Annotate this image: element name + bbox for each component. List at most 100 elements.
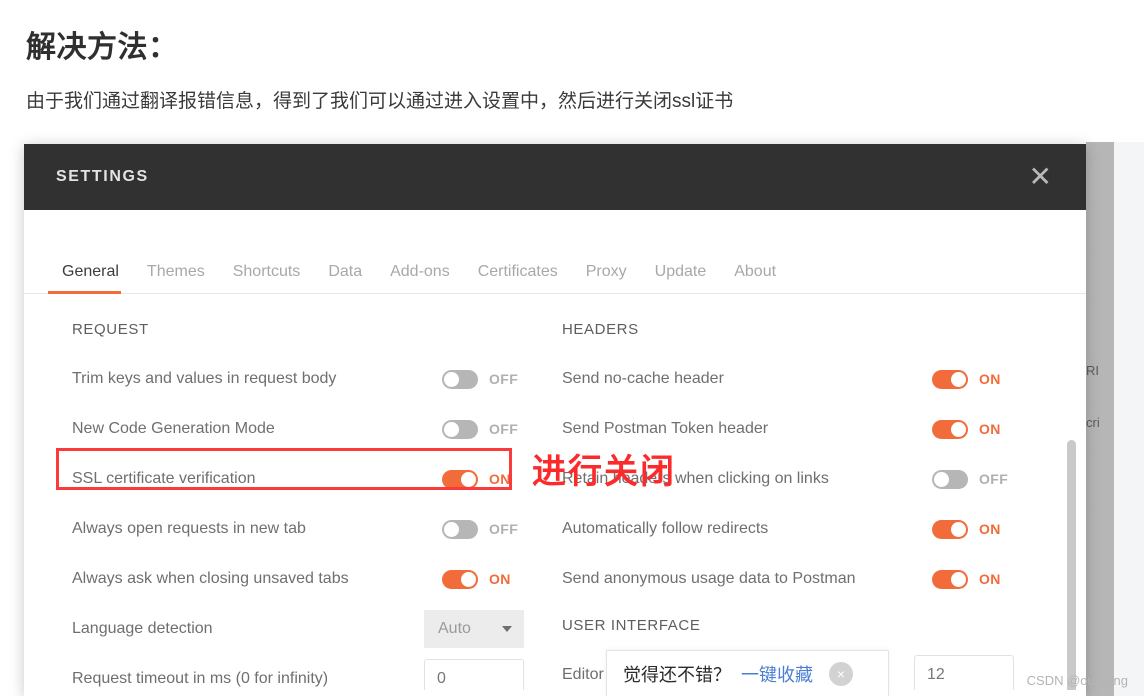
settings-tabs: General Themes Shortcuts Data Add-ons Ce… — [24, 238, 1086, 294]
tab-themes[interactable]: Themes — [133, 263, 219, 293]
tab-update[interactable]: Update — [641, 263, 721, 293]
toggle-state-label: ON — [979, 371, 1001, 387]
toggle-control[interactable]: ON — [442, 569, 524, 589]
settings-column-headers: HEADERS Send no-cache header ON Send Pos… — [562, 320, 1014, 690]
toggle-state-label: ON — [979, 521, 1001, 537]
toggle-knob — [444, 421, 459, 437]
select-value: Auto — [438, 620, 471, 637]
toggle-knob — [444, 371, 459, 387]
chevron-down-icon — [502, 626, 512, 632]
setting-label: Send Postman Token header — [562, 420, 769, 437]
setting-label: Retain headers when clicking on links — [562, 470, 829, 487]
tab-proxy[interactable]: Proxy — [572, 263, 641, 293]
page-root: 解决方法： 由于我们通过翻译报错信息，得到了我们可以通过进入设置中，然后进行关闭… — [0, 0, 1144, 696]
background-rule — [1086, 248, 1114, 249]
page-title: 解决方法： — [26, 31, 179, 64]
close-icon[interactable]: ✕ — [1023, 161, 1058, 193]
background-page-edge — [1114, 142, 1144, 696]
toggle-knob — [951, 371, 966, 387]
toggle-switch-always-open-requests-new-tab[interactable] — [442, 519, 478, 539]
toggle-control[interactable]: OFF — [442, 519, 524, 539]
tab-shortcuts[interactable]: Shortcuts — [219, 263, 315, 293]
background-partial-text-2: cri — [1086, 415, 1100, 430]
setting-label: Language detection — [72, 620, 213, 637]
toast-message: 觉得还不错？ — [623, 664, 731, 685]
setting-label: Send anonymous usage data to Postman — [562, 570, 856, 587]
section-title-headers: HEADERS — [562, 321, 639, 338]
language-detection-select[interactable]: Auto — [424, 610, 524, 648]
request-timeout-input[interactable]: 0 — [424, 659, 524, 690]
favorite-toast: 觉得还不错？ 一键收藏 × — [606, 650, 889, 696]
tab-about[interactable]: About — [720, 263, 790, 293]
toggle-control[interactable]: ON — [932, 519, 1014, 539]
settings-body: REQUEST Trim keys and values in request … — [24, 294, 1086, 690]
tab-certificates[interactable]: Certificates — [464, 263, 572, 293]
scrollbar-thumb[interactable] — [1067, 440, 1076, 690]
toggle-switch-trim-keys[interactable] — [442, 369, 478, 389]
toggle-state-label: OFF — [489, 521, 519, 537]
setting-label: SSL certificate verification — [72, 470, 256, 487]
toggle-state-label: OFF — [489, 421, 519, 437]
section-title-request: REQUEST — [72, 321, 149, 338]
setting-label: Trim keys and values in request body — [72, 370, 337, 387]
toggle-switch-send-no-cache-header[interactable] — [932, 369, 968, 389]
toggle-switch-ssl-certificate-verification[interactable] — [442, 469, 478, 489]
toggle-control[interactable]: ON — [932, 569, 1014, 589]
toggle-knob — [951, 521, 966, 537]
toggle-state-label: ON — [979, 571, 1001, 587]
setting-row-always-open-requests-new-tab: Always open requests in new tab OFF — [72, 504, 524, 554]
toggle-state-label: OFF — [979, 471, 1009, 487]
setting-row-new-code-generation-mode: New Code Generation Mode OFF — [72, 404, 524, 454]
setting-label: Request timeout in ms (0 for infinity) — [72, 670, 329, 687]
toggle-switch-send-postman-token-header[interactable] — [932, 419, 968, 439]
modal-header: SETTINGS ✕ — [24, 144, 1086, 210]
editor-font-size-input[interactable]: 12 — [914, 655, 1014, 690]
modal-title: SETTINGS — [56, 168, 149, 185]
toggle-control[interactable]: ON — [442, 469, 524, 489]
background-rule — [1086, 300, 1114, 301]
toggle-knob — [934, 471, 949, 487]
setting-row-ssl-certificate-verification: SSL certificate verification ON — [72, 454, 524, 504]
toggle-knob — [461, 571, 476, 587]
toggle-switch-retain-headers[interactable] — [932, 469, 968, 489]
tab-general[interactable]: General — [48, 263, 133, 294]
toggle-switch-automatically-follow-redirects[interactable] — [932, 519, 968, 539]
setting-label: Always open requests in new tab — [72, 520, 306, 537]
setting-row-retain-headers: Retain headers when clicking on links OF… — [562, 454, 1014, 504]
toggle-switch-send-anonymous-usage-data[interactable] — [932, 569, 968, 589]
background-rule — [1086, 400, 1114, 401]
settings-column-request: REQUEST Trim keys and values in request … — [72, 320, 524, 690]
tab-add-ons[interactable]: Add-ons — [376, 263, 464, 293]
toggle-control[interactable]: OFF — [932, 469, 1014, 489]
close-icon[interactable]: × — [829, 661, 853, 686]
setting-row-always-ask-closing-unsaved-tabs: Always ask when closing unsaved tabs ON — [72, 554, 524, 604]
toast-favorite-link[interactable]: 一键收藏 — [741, 661, 813, 687]
toggle-control[interactable]: ON — [932, 369, 1014, 389]
article-paragraph: 由于我们通过翻译报错信息，得到了我们可以通过进入设置中，然后进行关闭ssl证书 — [26, 91, 734, 112]
setting-label: New Code Generation Mode — [72, 420, 275, 437]
toggle-knob — [951, 421, 966, 437]
background-partial-text-1: RI — [1086, 363, 1099, 378]
toggle-state-label: ON — [489, 471, 511, 487]
tab-data[interactable]: Data — [314, 263, 376, 293]
toggle-switch-always-ask-closing-unsaved-tabs[interactable] — [442, 569, 478, 589]
background-rule — [1086, 352, 1114, 353]
setting-row-send-postman-token-header: Send Postman Token header ON — [562, 404, 1014, 454]
watermark: CSDN @ourLang — [1026, 673, 1128, 688]
toggle-knob — [461, 471, 476, 487]
toggle-control[interactable]: ON — [932, 419, 1014, 439]
toggle-state-label: ON — [979, 421, 1001, 437]
setting-label: Send no-cache header — [562, 370, 724, 387]
toggle-control[interactable]: OFF — [442, 419, 524, 439]
setting-row-send-anonymous-usage-data: Send anonymous usage data to Postman ON — [562, 554, 1014, 604]
toggle-knob — [444, 521, 459, 537]
toggle-control[interactable]: OFF — [442, 369, 524, 389]
background-rule — [1086, 200, 1114, 201]
settings-modal: SETTINGS ✕ General Themes Shortcuts Data… — [24, 144, 1086, 696]
setting-row-send-no-cache-header: Send no-cache header ON — [562, 354, 1014, 404]
setting-row-request-timeout: Request timeout in ms (0 for infinity) 0 — [72, 654, 524, 690]
toggle-switch-new-code-generation-mode[interactable] — [442, 419, 478, 439]
setting-row-trim-keys: Trim keys and values in request body OFF — [72, 354, 524, 404]
toggle-state-label: ON — [489, 571, 511, 587]
background-rule — [1086, 452, 1114, 453]
